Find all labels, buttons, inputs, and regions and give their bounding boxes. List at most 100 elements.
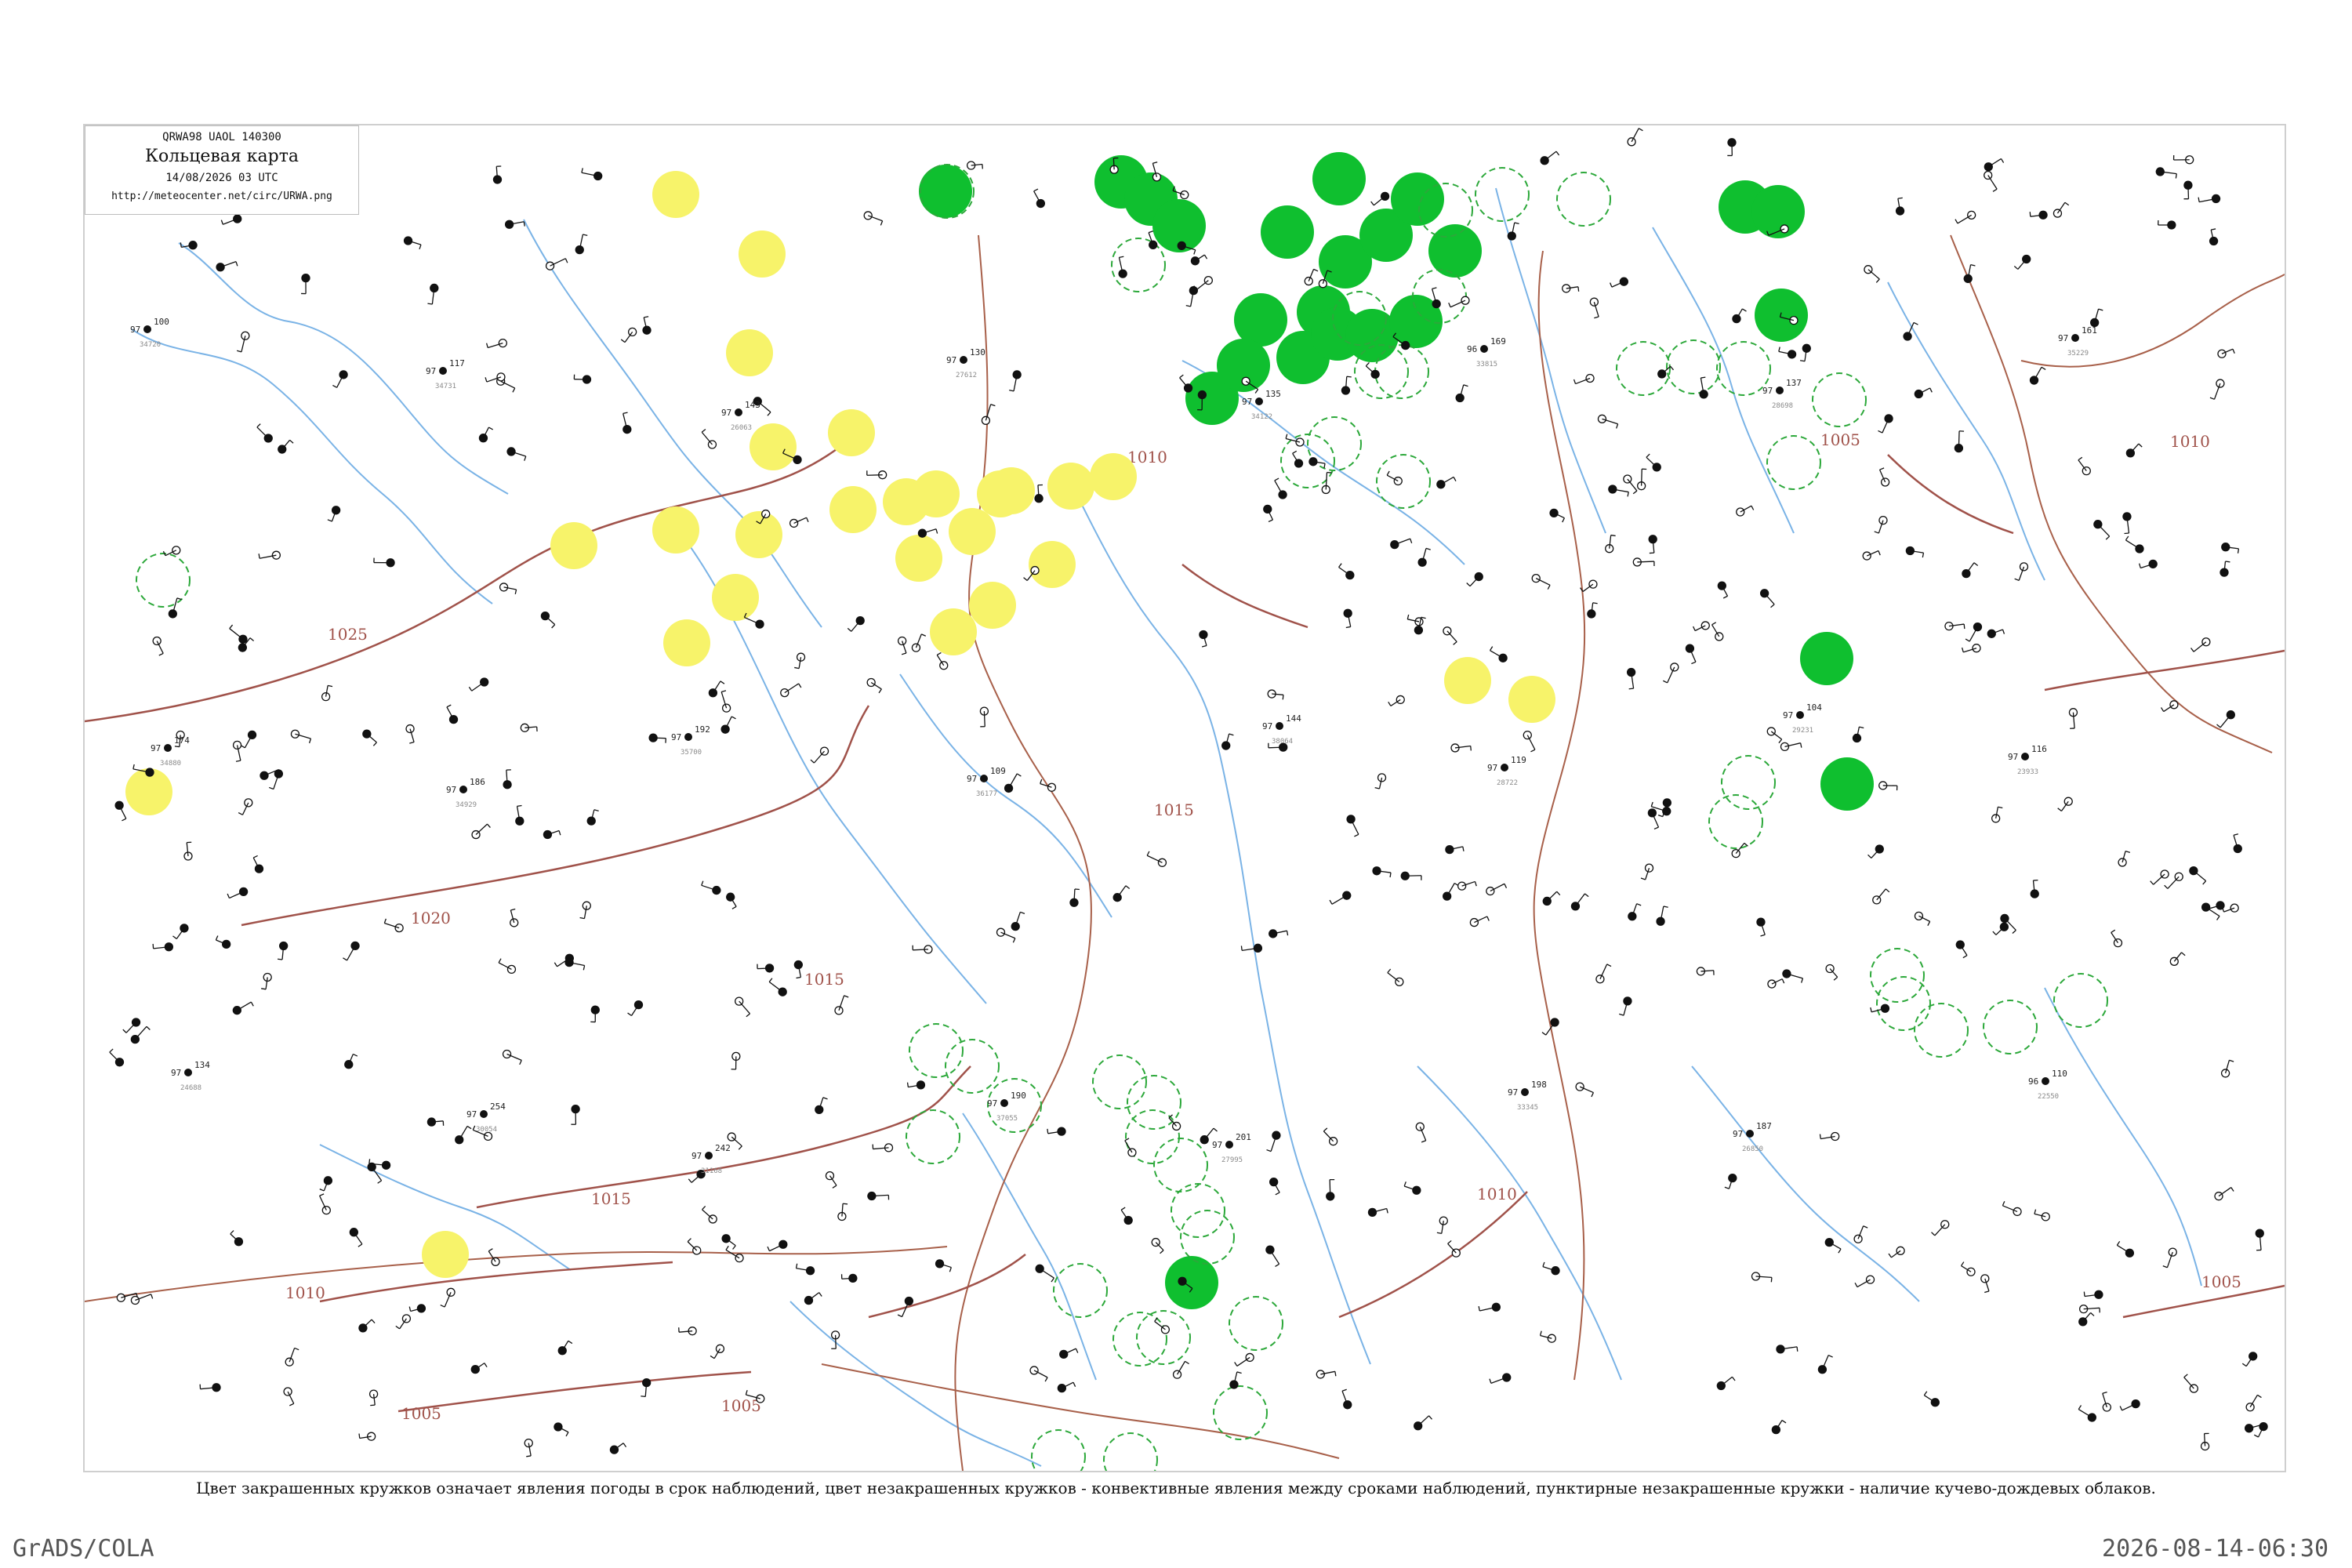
station-plot [867,1191,890,1201]
station-temp: 97 [1762,386,1773,396]
yellow-weather-circle [735,511,782,558]
station-plot [1696,967,1715,976]
station-plot [1240,943,1263,953]
station-index: 27995 [1221,1156,1243,1164]
map-title: Кольцевая карта [144,147,299,166]
station-plot [172,924,189,940]
station-temp: 97 [721,408,731,418]
cumulonimbus-circle [1374,344,1429,399]
station-pressure: 143 [745,400,760,410]
station-index: 31168 [701,1167,722,1175]
station-plot [1531,573,1551,590]
station-plot [1329,891,1352,905]
station-plot [332,370,348,388]
cumulonimbus-circle [136,553,191,608]
station-plot [2030,879,2039,898]
station-temp: 97 [130,325,140,335]
station-plot [2255,1229,2264,1251]
station-plot [485,372,506,383]
station-plot [780,683,802,698]
station-plot [678,1327,697,1336]
station-plot [648,733,666,743]
station-plot [825,1171,837,1189]
station-plot [1415,1122,1427,1143]
source-url[interactable]: http://meteocenter.net/circ/URWA.png [85,191,358,202]
station-plot [866,470,887,480]
map-date: 14/08/2026 03 UTC [165,172,278,184]
station-plot [1732,308,1747,324]
station-plot [503,769,512,789]
station-temp: 96 [1467,344,1477,354]
station-plot [2029,210,2048,220]
station-temp: 97 [691,1151,702,1161]
cumulonimbus-circle [1766,435,1821,490]
station-plot [1587,602,1598,619]
station-plot [502,1049,522,1065]
station-plot [872,1143,894,1152]
station-plot [815,1097,828,1115]
station-plot [1029,1366,1048,1382]
labeled-station: 110 9622550 [2028,1069,2067,1101]
station-plot [996,927,1016,943]
station-plot [701,429,717,449]
station-pressure: 117 [449,358,465,368]
station-plot [1292,450,1304,468]
station-plot [1685,644,1697,665]
station-plot [455,1125,472,1145]
station-plot [504,220,525,229]
station-index: 38064 [1272,738,1293,746]
station-temp: 97 [426,366,436,376]
green-weather-circle [1312,152,1366,205]
station-plot [2102,1391,2111,1412]
station-plot [1780,742,1802,752]
station-temp: 97 [1783,710,1793,720]
station-plot [1542,1261,1560,1276]
station-plot [840,1273,858,1283]
station-plot [395,1314,412,1330]
station-plot [1234,1352,1254,1367]
station-temp: 97 [1262,721,1272,731]
station-plot [935,1259,952,1272]
station-temp: 97 [1508,1087,1518,1098]
station-plot [1152,162,1162,182]
station-plot [1274,477,1287,499]
cumulonimbus-circle [1870,948,1925,1003]
station-plot [1628,903,1642,921]
station-plot [1549,508,1566,523]
station-plot [1011,911,1025,931]
station-plot [2078,1405,2096,1422]
station-plot [258,550,281,560]
yellow-weather-circle [726,329,773,376]
station-plot [557,1340,573,1356]
station-plot [2244,1424,2262,1433]
station-plot [1341,1388,1352,1410]
cumulonimbus-circle [1812,372,1867,427]
green-weather-circle [1234,293,1287,347]
station-plot [238,798,253,815]
station-plot [1033,188,1046,209]
station-plot [863,211,884,226]
yellow-weather-circle [829,486,877,533]
station-plot [1146,851,1167,867]
station-plot [2029,366,2046,385]
station-plot [1905,546,1925,558]
station-plot [1627,128,1643,147]
isobar-label: 1010 [2170,432,2210,451]
yellow-weather-circle [550,522,597,569]
labeled-station: 254 97 30054 [466,1102,506,1134]
station-plot [220,214,242,225]
station-plot [1445,845,1465,855]
labeled-station: 119 9728722 [1487,755,1526,787]
station-plot [2125,443,2143,458]
station-temp: 97 [1242,397,1252,407]
station-plot [2183,1374,2198,1393]
station-plot [1731,842,1748,858]
station-plot [1323,1127,1338,1146]
station-plot [277,941,289,960]
green-weather-circle [1261,205,1314,259]
station-plot [1878,467,1890,487]
station-plot [1987,629,2005,638]
station-plot [1269,929,1289,938]
station-plot [1285,434,1305,447]
station-plot [256,423,273,443]
